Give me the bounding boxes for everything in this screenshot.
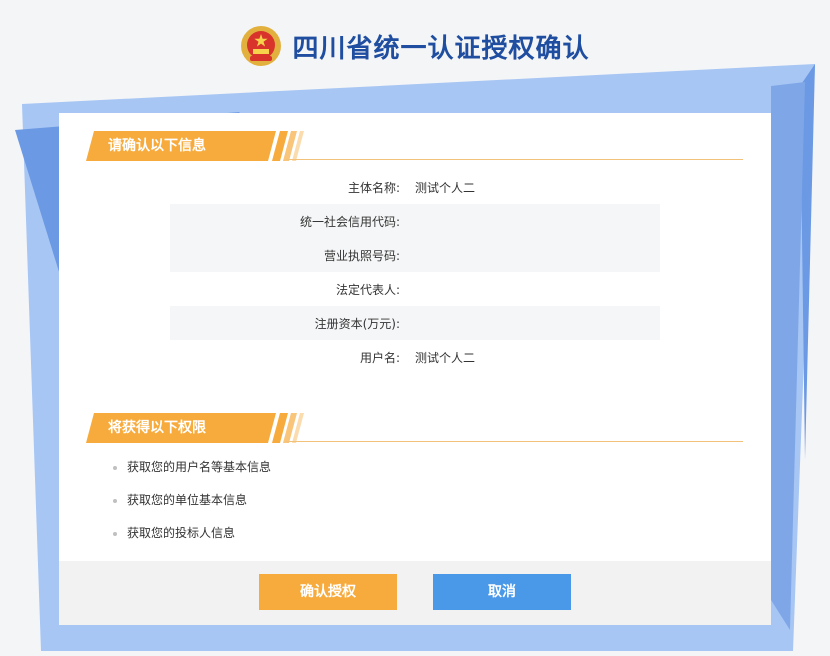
action-bar: 确认授权 取消 (59, 561, 771, 625)
bullet-icon (113, 531, 117, 536)
permissions-heading: 将获得以下权限 (86, 413, 743, 443)
info-label: 主体名称: (347, 180, 400, 195)
info-row-legal-representative: 法定代表人: (170, 272, 660, 306)
permission-item: 获取您的单位基本信息 (113, 484, 271, 517)
info-row-license-number: 营业执照号码: (170, 238, 660, 272)
permission-item: 获取您的用户名等基本信息 (113, 451, 271, 484)
info-label: 法定代表人: (335, 282, 400, 297)
page-header: 四川省统一认证授权确认 (0, 20, 830, 72)
permission-item: 获取您的投标人信息 (113, 517, 271, 550)
heading-divider (286, 441, 743, 442)
bullet-icon (113, 465, 117, 470)
info-label: 用户名: (359, 350, 400, 365)
confirm-authorization-button[interactable]: 确认授权 (259, 574, 397, 610)
permission-text: 获取您的单位基本信息 (127, 493, 248, 507)
page-title: 四川省统一认证授权确认 (292, 33, 590, 64)
info-row-entity-name: 主体名称: 测试个人二 (170, 170, 660, 204)
info-label: 注册资本(万元): (314, 316, 400, 331)
confirm-info-heading-label: 请确认以下信息 (108, 138, 206, 154)
cancel-button[interactable]: 取消 (433, 574, 571, 610)
permissions-heading-label: 将获得以下权限 (108, 420, 206, 436)
authorization-card: 请确认以下信息 主体名称: 测试个人二 统一社会信用代码: 营业执照号码: 法定… (59, 113, 771, 625)
bullet-icon (113, 498, 117, 503)
permission-text: 获取您的用户名等基本信息 (127, 460, 272, 474)
info-label: 营业执照号码: (323, 248, 400, 263)
permissions-list: 获取您的用户名等基本信息 获取您的单位基本信息 获取您的投标人信息 (113, 451, 271, 550)
info-label: 统一社会信用代码: (299, 214, 400, 229)
confirm-info-heading: 请确认以下信息 (86, 131, 743, 161)
info-row-credit-code: 统一社会信用代码: (170, 204, 660, 238)
info-table: 主体名称: 测试个人二 统一社会信用代码: 营业执照号码: 法定代表人: 注册资… (170, 170, 660, 374)
heading-divider (286, 159, 743, 160)
info-row-username: 用户名: 测试个人二 (170, 340, 660, 374)
info-value: 测试个人二 (415, 350, 476, 365)
permission-text: 获取您的投标人信息 (127, 526, 236, 540)
national-emblem-icon (241, 26, 282, 66)
info-value: 测试个人二 (415, 180, 476, 195)
info-row-registered-capital: 注册资本(万元): (170, 306, 660, 340)
